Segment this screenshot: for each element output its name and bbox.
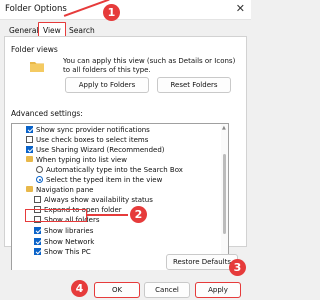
list-item[interactable]: Use Sharing Wizard (Recommended) (12, 146, 212, 154)
restore-defaults-button[interactable]: Restore Defaults (166, 254, 238, 270)
checkbox[interactable] (34, 248, 41, 255)
list-scrollbar[interactable]: ▲ ▼ (221, 124, 228, 275)
checkbox[interactable] (34, 227, 41, 234)
list-item[interactable]: Always show availability status (12, 196, 212, 204)
list-item[interactable]: Select the typed item in the view (12, 176, 212, 184)
radio-button[interactable] (36, 176, 43, 183)
list-item[interactable]: Show sync provider notifications (12, 126, 212, 134)
checkbox[interactable] (34, 238, 41, 245)
list-item-show-libraries[interactable]: Show libraries (12, 227, 212, 235)
list-item[interactable]: Use check boxes to select items (12, 136, 212, 144)
checkbox[interactable] (26, 136, 33, 143)
annotation-badge-3: 3 (229, 259, 246, 276)
close-icon[interactable]: ✕ (236, 2, 245, 15)
list-item: When typing into list view (12, 156, 212, 164)
advanced-settings-title: Advanced settings: (11, 109, 83, 118)
title-bar: Folder Options ✕ (0, 0, 251, 20)
folder-views-description: You can apply this view (such as Details… (63, 57, 236, 74)
checkbox[interactable] (34, 206, 41, 213)
list-item[interactable]: Automatically type into the Search Box (12, 166, 212, 174)
apply-to-folders-button[interactable]: Apply to Folders (65, 77, 149, 93)
tab-search[interactable]: Search (69, 26, 95, 35)
reset-folders-button[interactable]: Reset Folders (157, 77, 231, 93)
tab-view-label: View (43, 26, 61, 35)
checkbox[interactable] (26, 146, 33, 153)
list-item[interactable]: Show all folders (12, 216, 212, 224)
folder-views-title: Folder views (11, 45, 58, 54)
tab-general[interactable]: General (9, 26, 39, 35)
folder-icon (26, 186, 33, 192)
list-item[interactable]: Expand to open folder (12, 206, 212, 214)
annotation-connector-2 (86, 214, 128, 216)
annotation-badge-4: 4 (71, 280, 88, 297)
checkbox[interactable] (34, 196, 41, 203)
scroll-thumb[interactable] (223, 154, 226, 234)
folder-icon (26, 156, 33, 162)
folder-icon (30, 62, 44, 72)
checkbox[interactable] (34, 216, 41, 223)
list-item: Navigation pane (12, 186, 212, 194)
apply-button[interactable]: Apply (195, 282, 241, 298)
cancel-button[interactable]: Cancel (144, 282, 190, 298)
list-item[interactable]: Show Network (12, 238, 212, 246)
annotation-badge-1: 1 (103, 4, 120, 21)
annotation-badge-2: 2 (130, 206, 147, 223)
tab-view[interactable]: View (38, 22, 66, 37)
ok-button[interactable]: OK (94, 282, 140, 298)
scroll-up-icon[interactable]: ▲ (222, 125, 226, 131)
checkbox[interactable] (26, 126, 33, 133)
window-title: Folder Options (5, 4, 67, 14)
radio-button[interactable] (36, 166, 43, 173)
